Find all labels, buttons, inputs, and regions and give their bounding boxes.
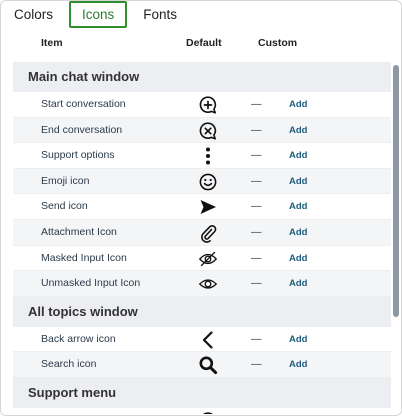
chat-plus-icon [198, 411, 218, 414]
custom-value: — [251, 225, 262, 238]
custom-value: — [251, 358, 262, 371]
table-row: Search icon — Add [13, 352, 391, 378]
add-custom-icon-link[interactable]: Add [289, 246, 307, 271]
row-label: Search icon [41, 358, 97, 371]
eye-slash-icon [198, 249, 218, 269]
row-label: Attachment Icon [41, 225, 117, 238]
tab-icons[interactable]: Icons [69, 1, 128, 28]
add-custom-icon-link[interactable]: Add [289, 169, 307, 194]
table-row: End conversation — Add [13, 117, 391, 144]
table-row: Support options — Add [13, 143, 391, 169]
table-row: Attachment Icon — Add [13, 219, 391, 246]
tab-colors[interactable]: Colors [1, 1, 66, 28]
row-label: Unmasked Input Icon [41, 277, 141, 290]
tab-bar: Colors Icons Fonts [1, 1, 401, 28]
add-custom-icon-link[interactable]: Add [289, 92, 307, 117]
row-label: Send icon [41, 200, 88, 213]
add-custom-icon-link[interactable]: Add [289, 327, 307, 352]
add-custom-icon-link[interactable]: Add [289, 352, 307, 377]
search-icon [198, 355, 218, 375]
table-row: Unmasked Input Icon — Add [13, 271, 391, 297]
icons-settings-panel: Colors Icons Fonts Item Default Custom M… [0, 0, 402, 416]
icon-table-body[interactable]: Main chat window Start conversation — Add En… [13, 62, 391, 414]
section-header: All topics window [13, 296, 391, 327]
tab-fonts[interactable]: Fonts [130, 1, 190, 28]
add-custom-icon-link[interactable]: Add [289, 220, 307, 245]
row-label: Back arrow icon [41, 332, 116, 345]
paperclip-icon [198, 223, 218, 243]
column-header-custom: Custom [258, 37, 298, 49]
row-label: Start conversation [41, 98, 126, 110]
custom-value: — [251, 123, 262, 136]
custom-value: — [251, 251, 262, 264]
send-arrow-icon [198, 197, 218, 217]
eye-icon [198, 274, 218, 294]
row-label: Support options [41, 149, 115, 162]
add-custom-icon-link[interactable]: Add [289, 194, 307, 219]
chat-x-icon [198, 121, 218, 141]
table-row: Masked Input Icon — Add [13, 246, 391, 272]
custom-value: — [251, 332, 262, 345]
custom-value: — [251, 149, 262, 162]
custom-value: — [251, 174, 262, 187]
section-header: Support menu [13, 377, 391, 408]
row-label: Emoji icon [41, 174, 90, 187]
table-row [13, 408, 391, 414]
row-label: Masked Input Icon [41, 251, 127, 264]
custom-value: — [251, 98, 262, 110]
smiley-icon [198, 172, 218, 192]
custom-value: — [251, 277, 262, 290]
table-row: Emoji icon — Add [13, 168, 391, 195]
add-custom-icon-link[interactable]: Add [289, 271, 307, 296]
table-row: Back arrow icon — Add [13, 327, 391, 353]
vertical-dots-icon [198, 146, 218, 166]
add-custom-icon-link[interactable]: Add [289, 118, 307, 143]
vertical-scrollbar[interactable] [393, 65, 399, 317]
custom-value: — [251, 200, 262, 213]
column-header-default: Default [186, 37, 222, 49]
row-label: End conversation [41, 123, 123, 136]
table-row: Start conversation — Add [13, 92, 391, 118]
add-custom-icon-link[interactable]: Add [289, 143, 307, 168]
chevron-left-icon [198, 330, 218, 350]
section-header: Main chat window [13, 62, 391, 92]
table-header: Item Default Custom [1, 37, 401, 53]
column-header-item: Item [41, 37, 63, 49]
table-row: Send icon — Add [13, 194, 391, 220]
chat-plus-icon [198, 95, 218, 115]
